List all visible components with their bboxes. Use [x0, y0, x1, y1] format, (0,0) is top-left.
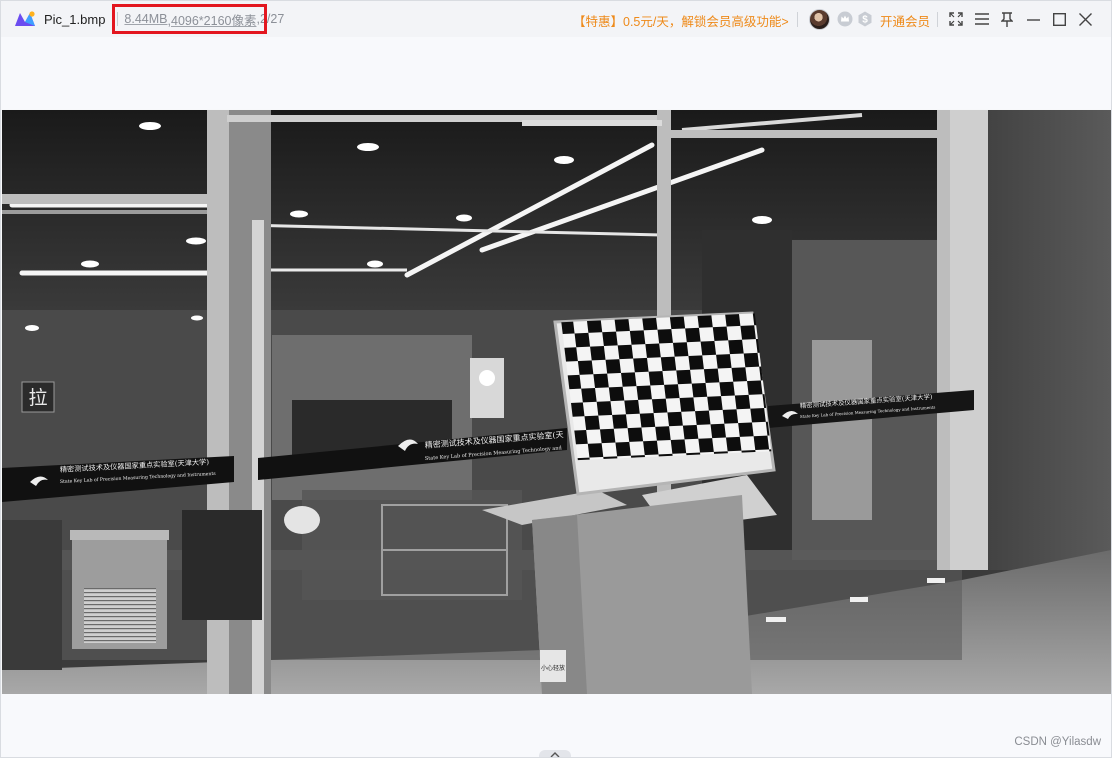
file-meta: 8.44MB ,4096*2160像素 ,2/27	[124, 10, 284, 29]
pin-button[interactable]	[998, 10, 1016, 28]
menu-icon	[975, 13, 989, 25]
image-canvas[interactable]: 拉 精密测试技术及仪器国家重点实验室(天津大学) State Key Lab o…	[2, 110, 1111, 694]
pull-sign: 拉	[28, 387, 47, 409]
viewer-bottom-area	[1, 694, 1111, 757]
divider	[797, 12, 798, 27]
close-button[interactable]	[1076, 10, 1094, 28]
svg-text:$: $	[862, 15, 868, 26]
open-vip-button[interactable]: 开通会员	[880, 11, 930, 30]
photo-content: 拉 精密测试技术及仪器国家重点实验室(天津大学) State Key Lab o…	[2, 110, 1111, 694]
crown-badge-icon[interactable]	[837, 11, 853, 27]
minimize-icon	[1026, 18, 1040, 21]
image-viewer-window: Pic_1.bmp 8.44MB ,4096*2160像素 ,2/27 【特惠】…	[0, 0, 1112, 758]
promo-link[interactable]: 【特惠】0.5元/天，解锁会员高级功能>	[573, 11, 789, 30]
title-bar[interactable]: Pic_1.bmp 8.44MB ,4096*2160像素 ,2/27	[1, 1, 1111, 37]
file-size: 8.44MB	[124, 12, 168, 26]
watermark: CSDN @Yilasdw	[1014, 736, 1101, 748]
user-avatar[interactable]	[809, 9, 830, 30]
pin-icon	[1001, 11, 1013, 27]
collapse-thumbnails-button[interactable]	[539, 750, 571, 757]
image-dimensions: ,4096*2160像素	[167, 13, 257, 28]
maximize-icon	[1052, 12, 1066, 26]
menu-button[interactable]	[973, 10, 991, 28]
fullscreen-button[interactable]	[947, 10, 965, 28]
viewer-top-area	[1, 37, 1111, 109]
s-badge-icon[interactable]: $	[857, 11, 873, 27]
minimize-button[interactable]	[1024, 10, 1042, 28]
fullscreen-icon	[949, 12, 963, 26]
divider	[117, 12, 119, 26]
close-icon	[1078, 12, 1092, 26]
page-counter: ,2/27	[256, 12, 285, 26]
maximize-button[interactable]	[1050, 10, 1068, 28]
app-logo-icon	[15, 11, 35, 26]
divider	[937, 12, 938, 27]
file-name: Pic_1.bmp	[44, 11, 106, 27]
box-label: 小心轻放	[541, 664, 565, 672]
chevron-up-icon	[550, 751, 560, 757]
